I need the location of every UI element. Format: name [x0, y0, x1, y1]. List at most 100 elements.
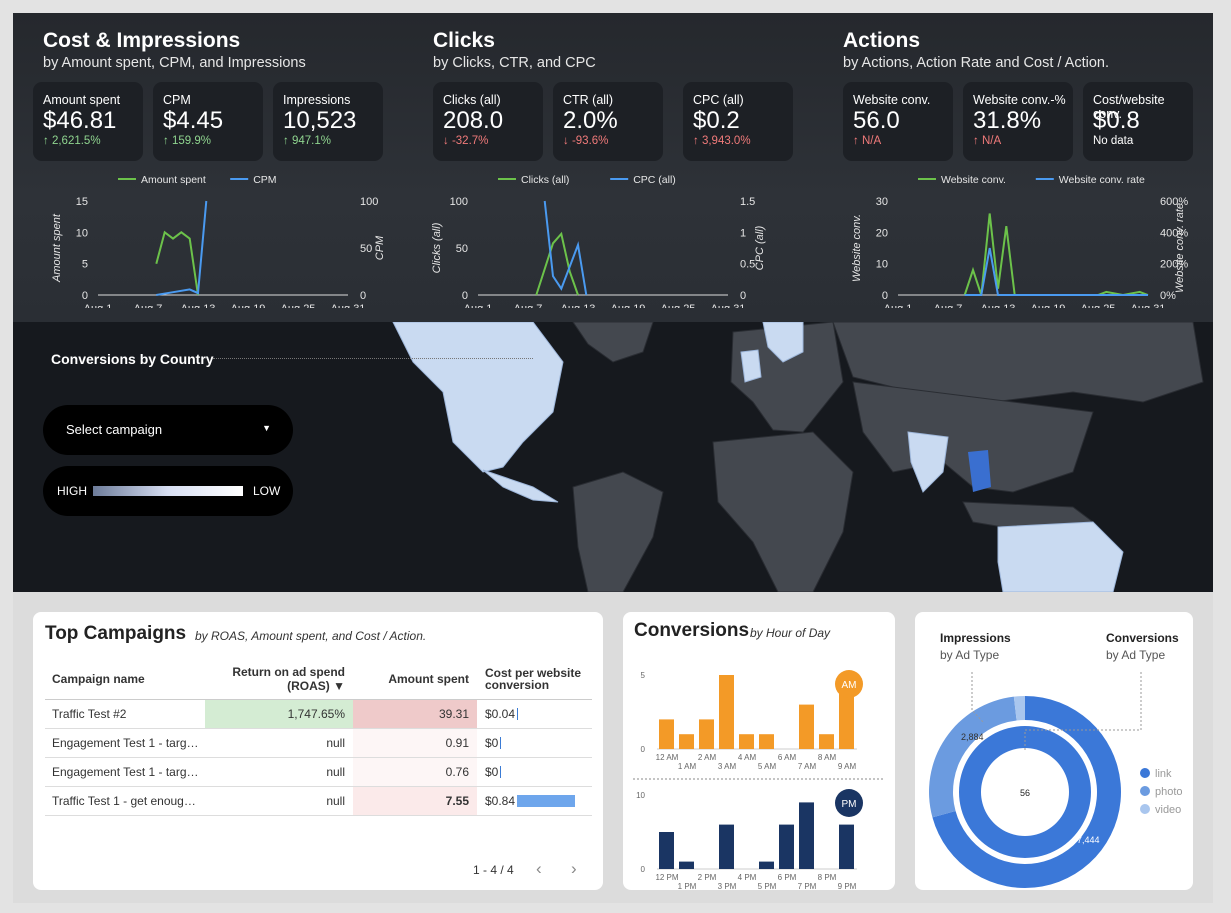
table-row[interactable]: Engagement Test 1 - targ… null 0.76 $0	[45, 757, 592, 787]
x-tick: Aug 13	[561, 303, 596, 308]
y-tick-left: 100	[450, 196, 468, 208]
cell-campaign-name: Engagement Test 1 - targ…	[45, 757, 205, 787]
col-amount-spent[interactable]: Amount spent	[353, 659, 477, 700]
scorecard-value: 2.0%	[563, 107, 618, 134]
x-tick: 1 AM	[678, 762, 697, 771]
conversions-map: Conversions by Country Select campaign ▼…	[13, 322, 1213, 592]
ad-type-panel: Impressions by Ad Type Conversions by Ad…	[915, 612, 1193, 890]
scorecard-change: ↑ 2,621.5%	[43, 135, 101, 147]
legend-dot	[1140, 768, 1150, 778]
legend-label: CPC (all)	[633, 174, 676, 186]
scorecard-change: ↑ N/A	[853, 135, 882, 147]
y-axis-label-right: CPC (all)	[754, 225, 766, 270]
y-tick-left: 20	[876, 227, 888, 239]
campaigns-table: Campaign name Return on ad spend (ROAS) …	[45, 659, 592, 816]
scorecard-value: 31.8%	[973, 107, 1042, 134]
scorecard-value: 56.0	[853, 107, 900, 134]
hour-bar	[659, 832, 674, 869]
map-title: Conversions by Country	[51, 351, 214, 367]
col-campaign-name[interactable]: Campaign name	[45, 659, 205, 700]
x-tick: Aug 7	[514, 303, 543, 308]
scorecard-website-conv-rate: Website conv.-% 31.8% ↑ N/A	[963, 82, 1073, 161]
y-tick-right: 50	[360, 243, 372, 255]
series-line	[963, 213, 1149, 297]
y-tick: 5	[641, 671, 646, 680]
x-tick: 1 PM	[678, 882, 697, 890]
metrics-header: Cost & Impressions by Amount spent, CPM,…	[13, 13, 1213, 322]
conversions-by-hour-panel: Conversions by Hour of Day 0 5 12 AM 1 AM 2 …	[623, 612, 895, 890]
section-title: Clicks	[433, 29, 495, 52]
cell-roas: 1,747.65%	[205, 699, 353, 729]
scorecard-value: 208.0	[443, 107, 504, 134]
panel-title: Top Campaigns	[45, 623, 187, 644]
dropdown-arrow-icon[interactable]: ▼	[262, 423, 271, 433]
scorecard-cpc: CPC (all) $0.2 ↑ 3,943.0%	[683, 82, 793, 161]
donut-center-label: 56	[1020, 788, 1030, 798]
cell-cost: $0.84	[477, 786, 592, 816]
badge-label: PM	[842, 799, 857, 810]
x-tick: Aug 31	[1131, 303, 1166, 308]
table-row[interactable]: Traffic Test 1 - get enoug… null 7.55 $0…	[45, 786, 592, 816]
scorecard-cpm: CPM $4.45 ↑ 159.9%	[153, 82, 263, 161]
y-tick: 0	[641, 865, 646, 874]
section-clicks: Clicks by Clicks, CTR, and CPC Clicks (a…	[403, 13, 803, 322]
col-roas[interactable]: Return on ad spend (ROAS) ▼	[205, 659, 353, 700]
x-tick: 6 AM	[778, 753, 797, 762]
legend-label: Website conv.	[941, 174, 1006, 186]
chart-cost-impressions: Amount spent CPM 0 5 10 15 0 50 100 Amount spent C…	[51, 174, 386, 308]
campaign-select[interactable]: Select campaign ▼	[43, 405, 293, 455]
slice-label: 2,884	[961, 732, 984, 742]
x-tick: 6 PM	[778, 873, 797, 882]
scorecard-ctr: CTR (all) 2.0% ↓ -93.6%	[553, 82, 663, 161]
campaign-select-label: Select campaign	[66, 422, 163, 437]
x-tick: Aug 7	[934, 303, 963, 308]
scorecard-label: CPM	[163, 93, 191, 107]
col-cost-per-conversion[interactable]: Cost per website conversion	[477, 659, 592, 700]
arrow-up-icon: ↑	[43, 135, 49, 147]
section-subtitle: by Amount spent, CPM, and Impressions	[43, 55, 306, 71]
panel-subtitle: by ROAS, Amount spent, and Cost / Action…	[195, 629, 427, 643]
scorecard-change: ↑ N/A	[973, 135, 1002, 147]
y-tick: 10	[636, 791, 645, 800]
hour-bar	[719, 824, 734, 869]
x-tick: 2 AM	[698, 753, 717, 762]
section-subtitle: by Clicks, CTR, and CPC	[433, 55, 596, 71]
hour-bar	[739, 734, 754, 749]
map-south-america	[572, 471, 664, 592]
x-tick: 8 PM	[818, 873, 837, 882]
x-tick: 12 AM	[656, 753, 679, 762]
prev-page-icon[interactable]: ‹	[536, 859, 542, 879]
badge-label: AM	[842, 680, 857, 691]
scorecard-value: $0.8	[1093, 107, 1140, 134]
cell-cost: $0	[477, 757, 592, 787]
dashboard: Cost & Impressions by Amount spent, CPM,…	[13, 13, 1213, 903]
y-tick-left: 0	[82, 290, 88, 302]
top-campaigns-panel: Top Campaigns by ROAS, Amount spent, and…	[33, 612, 603, 890]
map-india	[907, 431, 949, 493]
cell-amount-spent: 0.76	[353, 757, 477, 787]
cell-campaign-name: Engagement Test 1 - targ…	[45, 728, 205, 758]
y-axis-label-left: Clicks (all)	[431, 222, 443, 273]
arrow-up-icon: ↑	[973, 135, 979, 147]
x-tick: Aug 13	[181, 303, 216, 308]
series-line	[535, 231, 579, 296]
y-axis-label-right: Website conv. rate	[1174, 203, 1186, 293]
x-tick: Aug 1	[884, 303, 913, 308]
table-row[interactable]: Engagement Test 1 - targ… null 0.91 $0	[45, 728, 592, 758]
scorecard-cost-website-conv: Cost/website conv. $0.8 No data	[1083, 82, 1193, 161]
y-tick-left: 10	[76, 227, 88, 239]
next-page-icon[interactable]: ›	[571, 859, 577, 879]
hour-bar	[759, 734, 774, 749]
hour-bar	[679, 734, 694, 749]
hour-bar-charts: 0512 AM1 AM2 AM3 AM4 AM5 AM6 AM7 AM8 AM9…	[633, 670, 885, 890]
cost-bar	[517, 708, 519, 721]
section-title: Cost & Impressions	[43, 29, 241, 52]
x-tick: Aug 25	[281, 303, 316, 308]
y-tick-left: 15	[76, 196, 88, 208]
x-tick: Aug 7	[134, 303, 163, 308]
hour-bar	[839, 824, 854, 869]
y-tick-left: 30	[876, 196, 888, 208]
table-row[interactable]: Traffic Test #2 1,747.65% 39.31 $0.04	[45, 699, 592, 729]
scorecard-change: ↓ -93.6%	[563, 135, 609, 147]
scorecard-change: ↓ -32.7%	[443, 135, 489, 147]
